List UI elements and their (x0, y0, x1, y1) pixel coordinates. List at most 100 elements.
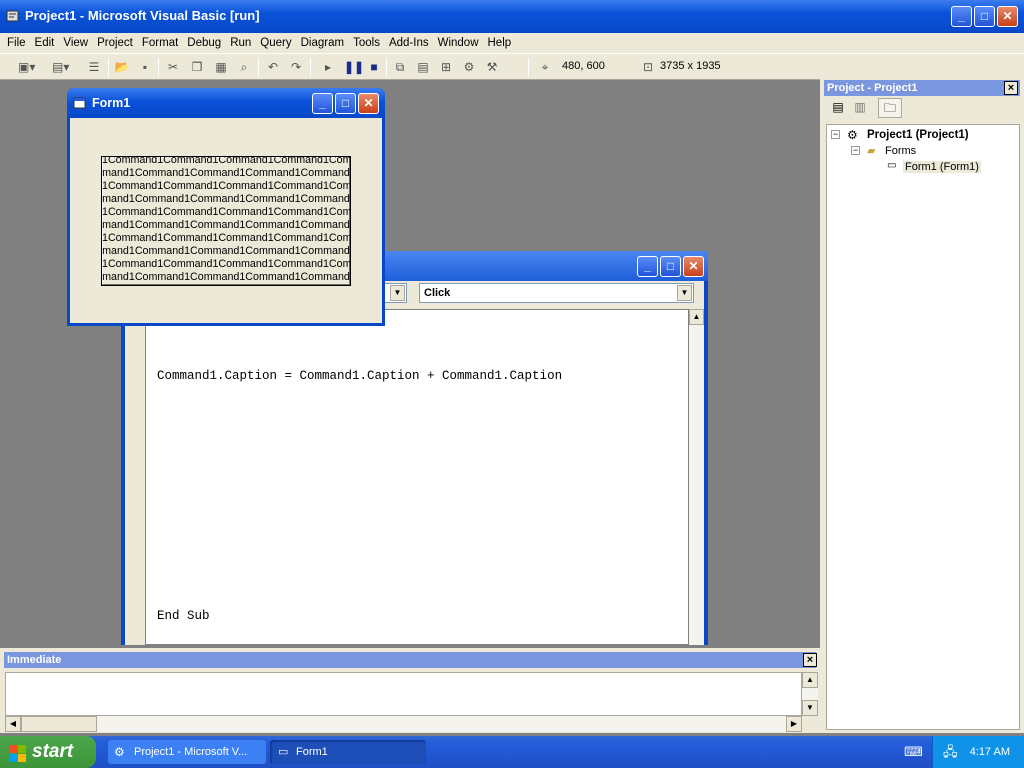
network-icon[interactable]: 🖧 (943, 736, 958, 768)
collapse-icon[interactable]: − (851, 146, 860, 155)
menu-tools[interactable]: Tools (353, 37, 380, 49)
position-readout: 480, 600 (562, 60, 605, 72)
command1-caption-line: mand1Command1Command1Command1Command (102, 245, 350, 257)
code-editor[interactable]: Command1.Caption = Command1.Caption + Co… (145, 309, 689, 645)
menu-add-ins[interactable]: Add-Ins (389, 37, 429, 49)
command1-caption-line: mand1Command1Command1Command1Command (102, 193, 350, 205)
form-minimize-button[interactable]: _ (312, 93, 333, 114)
toolbar: ▣▾ ▤▾ ☰ 📂 ▪ ✂ ❐ ▦ ⌕ ↶ ↷ ▸ ❚❚ ■ ⧉ ▤ ⊞ ⚙ ⚒… (0, 53, 1024, 80)
project-panel-close-icon[interactable]: × (1004, 81, 1018, 95)
tree-form1-item[interactable]: Form1 (Form1) (903, 161, 981, 173)
procedure-value: Click (424, 287, 451, 299)
chevron-down-icon[interactable]: ▼ (677, 285, 692, 301)
form-icon: ▭ (887, 160, 897, 171)
save-icon[interactable]: ▪ (137, 59, 153, 75)
scroll-up-icon[interactable]: ▲ (689, 309, 704, 325)
break-icon[interactable]: ❚❚ (344, 59, 364, 75)
toggle-folders-icon[interactable]: 🗀 (878, 98, 902, 118)
menu-query[interactable]: Query (260, 37, 291, 49)
project-panel-title: Project - Project1 (824, 80, 1020, 96)
code-maximize-button[interactable]: □ (660, 256, 681, 277)
menu-project[interactable]: Project (97, 37, 133, 49)
start-label: start (32, 741, 74, 762)
immediate-close-icon[interactable]: × (803, 653, 817, 667)
chevron-down-icon[interactable]: ▼ (390, 285, 405, 301)
window-title: Project1 - Microsoft Visual Basic [run] (25, 8, 260, 23)
code-minimize-button[interactable]: _ (637, 256, 658, 277)
clock[interactable]: 4:17 AM (970, 746, 1010, 758)
collapse-icon[interactable]: − (831, 130, 840, 139)
command1-caption-line: 1Command1Command1Command1Command1Com (102, 206, 351, 218)
maximize-button[interactable]: □ (974, 6, 995, 27)
code-line: End Sub (157, 609, 210, 623)
tree-project-root[interactable]: Project1 (Project1) (867, 129, 969, 141)
toolbox-icon[interactable]: ⚒ (484, 59, 500, 75)
view-object-icon[interactable]: ▥ (850, 100, 870, 118)
add-project-icon[interactable]: ▣▾ (18, 59, 35, 75)
menu-diagram[interactable]: Diagram (301, 37, 344, 49)
find-icon[interactable]: ⌕ (236, 59, 252, 75)
cut-icon[interactable]: ✂ (165, 59, 181, 75)
paste-icon[interactable]: ▦ (213, 59, 229, 75)
command1-button[interactable]: 1Command1Command1Command1Command1Com man… (101, 156, 351, 286)
start-icon[interactable]: ▸ (320, 59, 336, 75)
close-button[interactable]: ✕ (997, 6, 1018, 27)
menu-bar: File Edit View Project Format Debug Run … (0, 33, 1024, 53)
menu-run[interactable]: Run (230, 37, 251, 49)
taskbar: start ⚙ Project1 - Microsoft V... ▭ Form… (0, 736, 1024, 768)
properties-icon[interactable]: ▤ (415, 59, 431, 75)
code-close-button[interactable]: ✕ (683, 256, 704, 277)
redo-icon[interactable]: ↷ (288, 59, 304, 75)
menu-debug[interactable]: Debug (187, 37, 221, 49)
menu-help[interactable]: Help (488, 37, 512, 49)
immediate-input[interactable] (5, 672, 802, 716)
command1-caption-line: mand1Command1Command1Command1Command (102, 167, 350, 179)
undo-icon[interactable]: ↶ (265, 59, 281, 75)
scroll-thumb[interactable] (21, 716, 97, 732)
taskbar-item-label: Form1 (296, 746, 328, 758)
form-maximize-button[interactable]: □ (335, 93, 356, 114)
immediate-hscrollbar[interactable]: ◀ ▶ (5, 716, 802, 732)
menu-editor-icon[interactable]: ☰ (86, 59, 102, 75)
position-icon: ⌖ (541, 60, 549, 74)
form1-title: Form1 (92, 96, 131, 110)
windows-logo-icon (9, 742, 27, 762)
scroll-down-icon[interactable]: ▼ (802, 700, 818, 716)
menu-format[interactable]: Format (142, 37, 178, 49)
end-icon[interactable]: ■ (366, 59, 382, 75)
procedure-combo[interactable]: Click ▼ (419, 283, 694, 303)
scroll-right-icon[interactable]: ▶ (786, 716, 802, 732)
add-form-icon[interactable]: ▤▾ (52, 59, 69, 75)
object-browser-icon[interactable]: ⚙ (461, 59, 477, 75)
command1-caption-line: 1Command1Command1Command1Command1Com (102, 180, 351, 192)
command1-caption-line: mand1Command1Command1Command1Command (102, 271, 350, 283)
start-button[interactable]: start (0, 736, 96, 768)
menu-window[interactable]: Window (438, 37, 479, 49)
form-layout-icon[interactable]: ⊞ (438, 59, 454, 75)
keyboard-icon[interactable]: ⌨ (904, 744, 923, 760)
form-close-button[interactable]: ✕ (358, 93, 379, 114)
immediate-vscrollbar[interactable]: ▲ ▼ (802, 672, 818, 716)
size-icon: ⊡ (642, 60, 654, 74)
vb-app-icon: ⚙ (114, 745, 125, 759)
title-bar[interactable]: Project1 - Microsoft Visual Basic [run] … (0, 0, 1024, 33)
menu-edit[interactable]: Edit (35, 37, 55, 49)
project-explorer-icon[interactable]: ⧉ (392, 59, 408, 75)
view-code-icon[interactable]: ▤ (828, 100, 848, 118)
copy-icon[interactable]: ❐ (189, 59, 205, 75)
tree-forms-folder[interactable]: Forms (885, 145, 916, 157)
taskbar-item-vb[interactable]: ⚙ Project1 - Microsoft V... (108, 740, 266, 764)
command1-caption-line: 1Command1Command1Command1Command1Com (102, 258, 351, 270)
open-icon[interactable]: 📂 (114, 59, 130, 75)
scroll-left-icon[interactable]: ◀ (5, 716, 21, 732)
menu-file[interactable]: File (7, 37, 26, 49)
taskbar-item-form1[interactable]: ▭ Form1 (270, 740, 426, 764)
menu-view[interactable]: View (63, 37, 88, 49)
form1-window: Form1 _ □ ✕ 1Command1Command1Command1Com… (67, 88, 385, 326)
form-icon: ▭ (278, 746, 289, 758)
code-vscrollbar[interactable]: ▲ (689, 309, 704, 645)
minimize-button[interactable]: _ (951, 6, 972, 27)
scroll-up-icon[interactable]: ▲ (802, 672, 818, 688)
